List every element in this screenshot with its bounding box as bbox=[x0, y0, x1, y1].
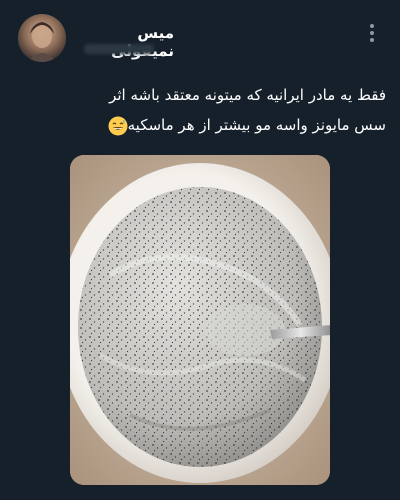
tweet-text-line-2: سس مایونز واسه مو بیشتر از هر ماسکیه bbox=[34, 110, 386, 140]
tweet-text: فقط یه مادر ایرانیه که میتونه معتقد باشه… bbox=[34, 80, 386, 140]
author-handle-blurred bbox=[84, 44, 154, 54]
tweet-header: میس نمیقولی bbox=[0, 0, 400, 75]
photo-bowl-of-hair-mask-icon bbox=[70, 155, 330, 485]
author-display-name[interactable]: میس نمیقولی bbox=[84, 24, 174, 60]
more-options-button[interactable] bbox=[360, 20, 384, 46]
avatar-image-icon bbox=[18, 14, 66, 62]
tweet-text-line-2-text: سس مایونز واسه مو بیشتر از هر ماسکیه bbox=[127, 116, 386, 134]
more-vertical-icon bbox=[370, 24, 374, 42]
avatar[interactable] bbox=[18, 14, 66, 62]
tweet-text-line-1: فقط یه مادر ایرانیه که میتونه معتقد باشه… bbox=[109, 86, 386, 104]
grinning-sweat-emoji-icon bbox=[108, 116, 128, 136]
tweet-media-image[interactable] bbox=[70, 155, 330, 485]
